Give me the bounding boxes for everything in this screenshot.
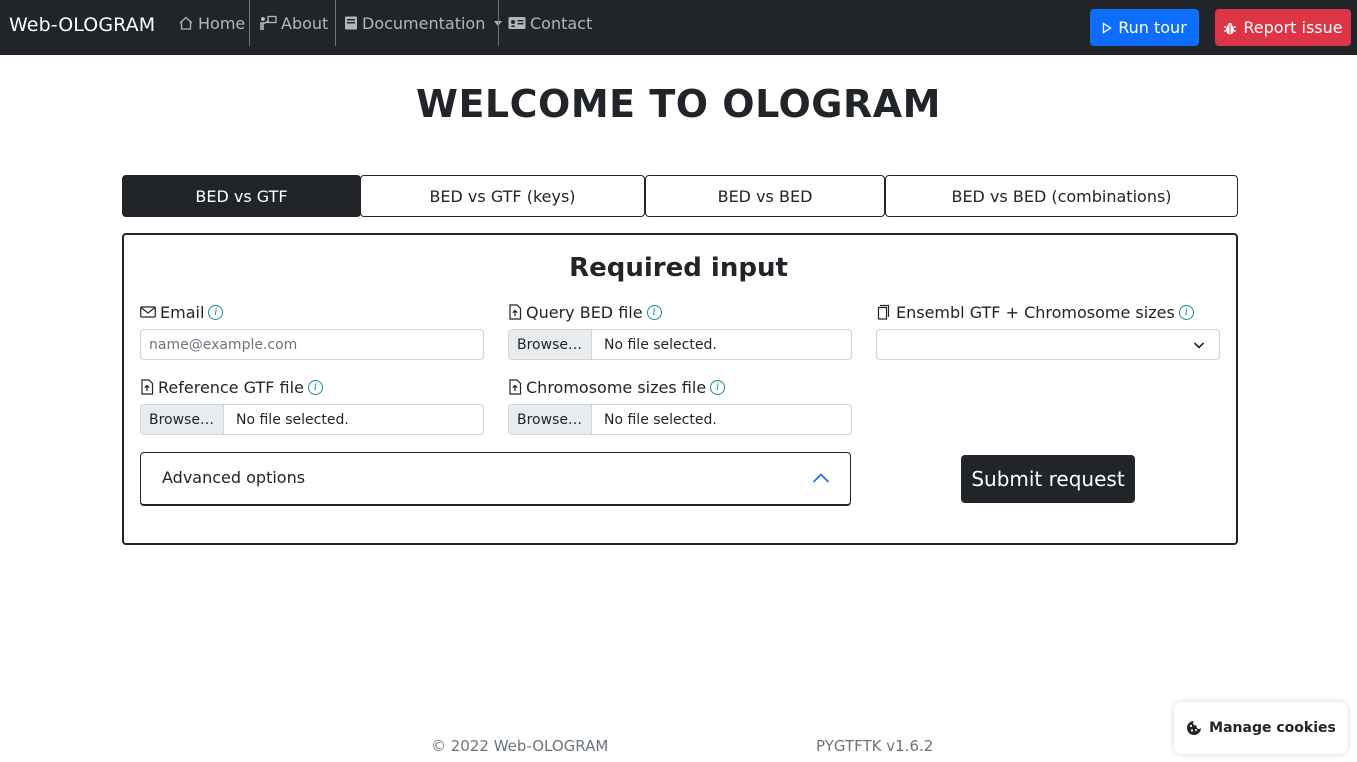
files-icon — [877, 304, 890, 320]
chrom-sizes-label-text: Chromosome sizes file — [526, 377, 707, 397]
file-status: No file selected. — [604, 336, 717, 353]
nav-documentation[interactable]: Documentation — [344, 0, 503, 46]
card-title: Required input — [569, 253, 788, 283]
advanced-options-label: Advanced options — [162, 468, 306, 487]
ensembl-select[interactable] — [876, 329, 1220, 360]
tab-bed-vs-gtf-keys[interactable]: BED vs GTF (keys) — [360, 175, 645, 217]
nav-contact-label: Contact — [530, 13, 593, 33]
tab-bed-vs-bed-combinations[interactable]: BED vs BED (combinations) — [885, 175, 1238, 217]
navbar: Web-OLOGRAM Home About Documentation Con… — [0, 0, 1357, 55]
ensembl-label: Ensembl GTF + Chromosome sizes i — [876, 301, 1194, 323]
nav-documentation-label: Documentation — [362, 13, 486, 33]
brand-link[interactable]: Web-OLOGRAM — [9, 14, 155, 36]
manage-cookies-button[interactable]: Manage cookies — [1174, 702, 1348, 754]
nav-divider — [335, 0, 336, 46]
page-title: WELCOME TO OLOGRAM — [416, 82, 941, 126]
chevron-down-icon — [1193, 342, 1205, 349]
email-placeholder: name@example.com — [149, 336, 298, 353]
nav-divider — [249, 0, 250, 46]
info-icon[interactable]: i — [208, 304, 224, 320]
file-status: No file selected. — [604, 411, 717, 428]
reference-gtf-label: Reference GTF file i — [140, 376, 323, 398]
browse-button[interactable]: Browse… — [141, 405, 224, 434]
run-tour-button[interactable]: Run tour — [1090, 9, 1199, 46]
chrom-sizes-label: Chromosome sizes file i — [508, 376, 726, 398]
query-bed-label: Query BED file i — [508, 301, 662, 323]
query-bed-file-input[interactable]: Browse… No file selected. — [508, 329, 852, 360]
submit-request-button[interactable]: Submit request — [961, 455, 1135, 503]
file-upload-icon — [141, 379, 154, 395]
nav-divider — [498, 0, 499, 46]
contact-card-icon — [508, 17, 526, 29]
file-upload-icon — [509, 379, 522, 395]
info-icon[interactable]: i — [710, 379, 726, 395]
manage-cookies-label: Manage cookies — [1209, 720, 1336, 736]
reference-gtf-file-input[interactable]: Browse… No file selected. — [140, 404, 484, 435]
nav-about-label: About — [281, 13, 329, 33]
chevron-up-icon — [812, 473, 830, 483]
nav-about[interactable]: About — [259, 0, 328, 46]
advanced-options-accordion[interactable]: Advanced options — [140, 452, 851, 506]
chrom-sizes-file-input[interactable]: Browse… No file selected. — [508, 404, 852, 435]
tab-bed-vs-gtf[interactable]: BED vs GTF — [122, 175, 361, 217]
query-bed-label-text: Query BED file — [526, 302, 643, 322]
email-label: Email i — [140, 301, 224, 323]
person-board-icon — [260, 15, 277, 30]
file-upload-icon — [509, 304, 522, 320]
browse-button[interactable]: Browse… — [509, 330, 592, 359]
report-issue-label: Report issue — [1243, 18, 1343, 37]
nav-home-label: Home — [198, 13, 246, 33]
book-icon — [345, 16, 357, 30]
info-icon[interactable]: i — [307, 379, 323, 395]
info-icon[interactable]: i — [646, 304, 662, 320]
email-field[interactable]: name@example.com — [140, 329, 484, 360]
house-icon — [179, 16, 193, 30]
browse-button[interactable]: Browse… — [509, 405, 592, 434]
ensembl-label-text: Ensembl GTF + Chromosome sizes — [896, 302, 1175, 322]
nav-home[interactable]: Home — [178, 0, 245, 46]
play-icon — [1103, 21, 1112, 34]
envelope-icon — [140, 306, 156, 318]
info-icon[interactable]: i — [1178, 304, 1194, 320]
email-label-text: Email — [160, 302, 205, 322]
file-status: No file selected. — [236, 411, 349, 428]
cookie-icon — [1187, 721, 1202, 735]
run-tour-label: Run tour — [1118, 18, 1187, 37]
reference-gtf-label-text: Reference GTF file — [158, 377, 304, 397]
footer-copyright: © 2022 Web-OLOGRAM — [431, 737, 609, 755]
tab-bed-vs-bed[interactable]: BED vs BED — [645, 175, 885, 217]
report-issue-button[interactable]: Report issue — [1215, 9, 1351, 46]
nav-contact[interactable]: Contact — [508, 0, 592, 46]
bug-icon — [1224, 22, 1237, 34]
footer-version: PYGTFTK v1.6.2 — [816, 737, 934, 755]
